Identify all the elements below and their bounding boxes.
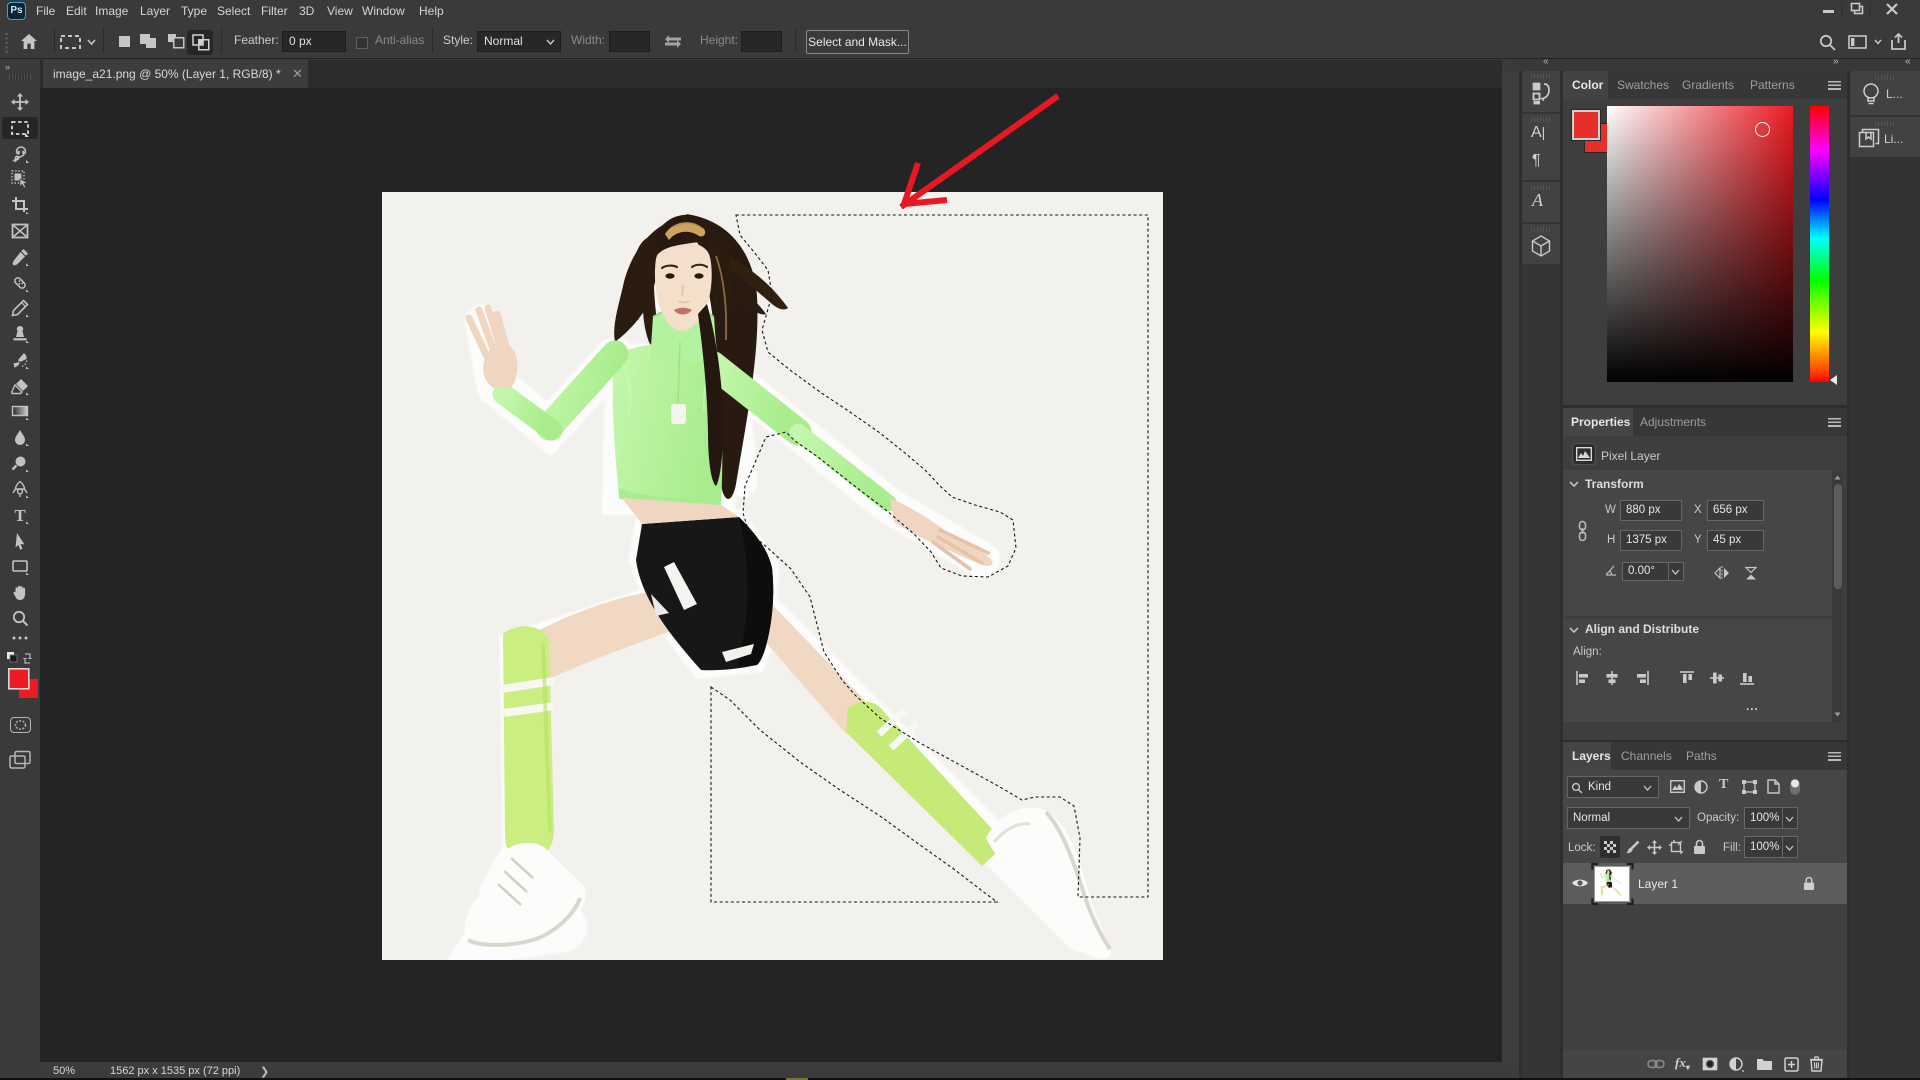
svg-text:T: T	[14, 506, 26, 524]
